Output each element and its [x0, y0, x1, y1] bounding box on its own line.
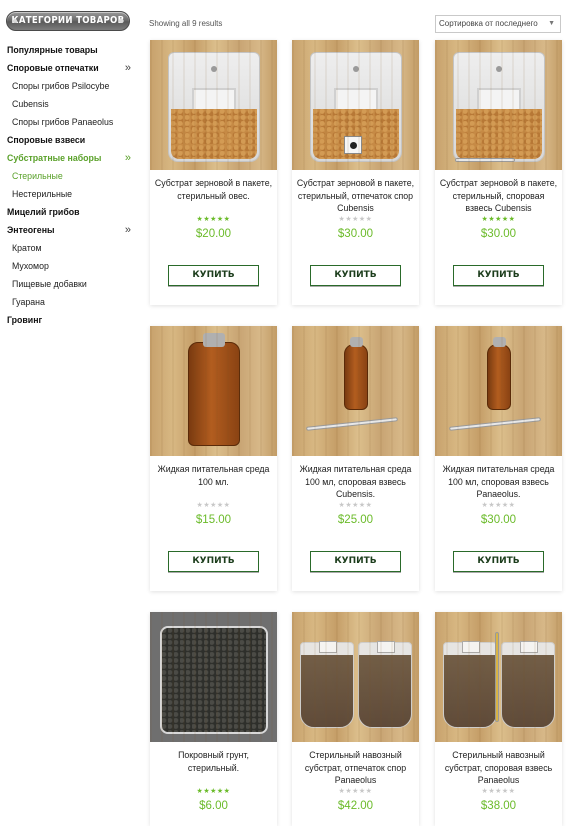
product-price: $38.00 — [480, 800, 517, 812]
sidebar-item-label: Пищевые добавки — [12, 279, 87, 289]
chevron-down-icon: ▼ — [548, 20, 555, 27]
product-image[interactable] — [150, 40, 277, 170]
sidebar-item[interactable]: Споры грибов Panaeolus — [0, 113, 140, 131]
chevron-right-icon[interactable]: » — [125, 59, 131, 77]
product-card: Стерильный навозный субстрат, споровая в… — [435, 612, 562, 826]
product-price: $42.00 — [337, 800, 374, 812]
sidebar-item-label: Стерильные — [12, 171, 63, 181]
sidebar-item[interactable]: Энтеогены » — [0, 221, 140, 239]
buy-button[interactable]: Купить — [168, 265, 259, 286]
sidebar-item[interactable]: Cubensis — [0, 95, 140, 113]
product-title[interactable]: Субстрат зерновой в пакете, стерильный, … — [435, 177, 562, 215]
product-card: Субстрат зерновой в пакете, стерильный, … — [292, 40, 419, 305]
sidebar-item-label: Субстратные наборы — [7, 153, 102, 163]
buy-button[interactable]: Купить — [453, 551, 544, 572]
product-image[interactable] — [435, 612, 562, 742]
product-card: Покровный грунт, стерильный. ★★★★★ $6.00 — [150, 612, 277, 826]
sidebar-item[interactable]: Нестерильные — [0, 185, 140, 203]
result-count: Showing all 9 results — [149, 19, 223, 28]
sidebar-item[interactable]: Популярные товары — [0, 41, 140, 59]
sidebar-item[interactable]: Споры грибов Psilocybe — [0, 77, 140, 95]
product-card: Жидкая питательная среда 100 мл, спорова… — [292, 326, 419, 591]
sidebar-item[interactable]: Споровые отпечатки » — [0, 59, 140, 77]
product-image[interactable] — [292, 326, 419, 456]
star-rating: ★★★★★ — [481, 502, 516, 509]
product-price: $15.00 — [195, 514, 232, 526]
product-image[interactable] — [292, 612, 419, 742]
sidebar-item-label: Популярные товары — [7, 45, 98, 55]
sidebar-item[interactable]: Гровинг — [0, 311, 140, 329]
sidebar-item-label: Споры грибов Psilocybe — [12, 81, 110, 91]
product-image[interactable] — [150, 612, 277, 742]
product-title[interactable]: Субстрат зерновой в пакете, стерильный, … — [292, 177, 419, 215]
product-price: $6.00 — [199, 800, 228, 812]
sidebar-item-label: Споровые отпечатки — [7, 63, 99, 73]
product-image[interactable] — [150, 326, 277, 456]
product-title[interactable]: Жидкая питательная среда 100 мл, спорова… — [435, 463, 562, 501]
product-image[interactable] — [292, 40, 419, 170]
sidebar-item-label: Гровинг — [7, 315, 43, 325]
product-title[interactable]: Покровный грунт, стерильный. — [150, 749, 277, 787]
buy-button[interactable]: Купить — [453, 265, 544, 286]
star-rating: ★★★★★ — [338, 502, 373, 509]
sidebar-item[interactable]: Споровые взвеси — [0, 131, 140, 149]
sidebar-item[interactable]: Гуарана — [0, 293, 140, 311]
product-title[interactable]: Стерильный навозный субстрат, отпечаток … — [292, 749, 419, 787]
star-rating: ★★★★★ — [338, 216, 373, 223]
sort-select[interactable]: Сортировка от последнего ▼ — [435, 15, 561, 33]
sidebar-item-label: Мухомор — [12, 261, 49, 271]
product-price: $30.00 — [480, 228, 517, 240]
star-rating: ★★★★★ — [481, 216, 516, 223]
sidebar-item-label: Споровые взвеси — [7, 135, 86, 145]
star-rating: ★★★★★ — [196, 216, 231, 223]
categories-header: Категории товаров — [6, 11, 130, 31]
star-rating: ★★★★★ — [196, 502, 231, 509]
product-price: $20.00 — [195, 228, 232, 240]
sidebar-item[interactable]: Пищевые добавки — [0, 275, 140, 293]
sidebar-item[interactable]: Мицелий грибов — [0, 203, 140, 221]
product-title[interactable]: Жидкая питательная среда 100 мл, спорова… — [292, 463, 419, 501]
product-price: $30.00 — [337, 228, 374, 240]
buy-button[interactable]: Купить — [168, 551, 259, 572]
star-rating: ★★★★★ — [481, 788, 516, 795]
star-rating: ★★★★★ — [196, 788, 231, 795]
sidebar-item-label: Cubensis — [12, 99, 49, 109]
star-rating: ★★★★★ — [338, 788, 373, 795]
sort-selected-value: Сортировка от последнего — [439, 19, 538, 28]
product-image[interactable] — [435, 40, 562, 170]
product-title[interactable]: Жидкая питательная среда 100 мл. — [150, 463, 277, 501]
chevron-right-icon[interactable]: » — [125, 221, 131, 239]
sidebar-item-label: Энтеогены — [7, 225, 55, 235]
product-title[interactable]: Стерильный навозный субстрат, споровая в… — [435, 749, 562, 787]
sidebar-item-label: Гуарана — [12, 297, 45, 307]
product-card: Жидкая питательная среда 100 мл. ★★★★★ $15… — [150, 326, 277, 591]
product-price: $30.00 — [480, 514, 517, 526]
product-card: Субстрат зерновой в пакете, стерильный, … — [435, 40, 562, 305]
product-title[interactable]: Субстрат зерновой в пакете, стерильный о… — [150, 177, 277, 215]
buy-button[interactable]: Купить — [310, 551, 401, 572]
buy-button[interactable]: Купить — [310, 265, 401, 286]
sidebar-item[interactable]: Субстратные наборы » — [0, 149, 140, 167]
chevron-right-icon[interactable]: » — [125, 149, 131, 167]
sidebar-item-label: Кратом — [12, 243, 42, 253]
sidebar-item-label: Нестерильные — [12, 189, 73, 199]
sidebar-item[interactable]: Стерильные — [0, 167, 140, 185]
product-image[interactable] — [435, 326, 562, 456]
sidebar-item[interactable]: Кратом — [0, 239, 140, 257]
category-menu: Популярные товары Споровые отпечатки» Спор… — [0, 41, 140, 329]
product-card: Субстрат зерновой в пакете, стерильный о… — [150, 40, 277, 305]
sidebar-item-label: Споры грибов Panaeolus — [12, 117, 114, 127]
product-card: Жидкая питательная среда 100 мл, спорова… — [435, 326, 562, 591]
sidebar-item-label: Мицелий грибов — [7, 207, 80, 217]
product-card: Стерильный навозный субстрат, отпечаток … — [292, 612, 419, 826]
product-price: $25.00 — [337, 514, 374, 526]
sidebar-item[interactable]: Мухомор — [0, 257, 140, 275]
